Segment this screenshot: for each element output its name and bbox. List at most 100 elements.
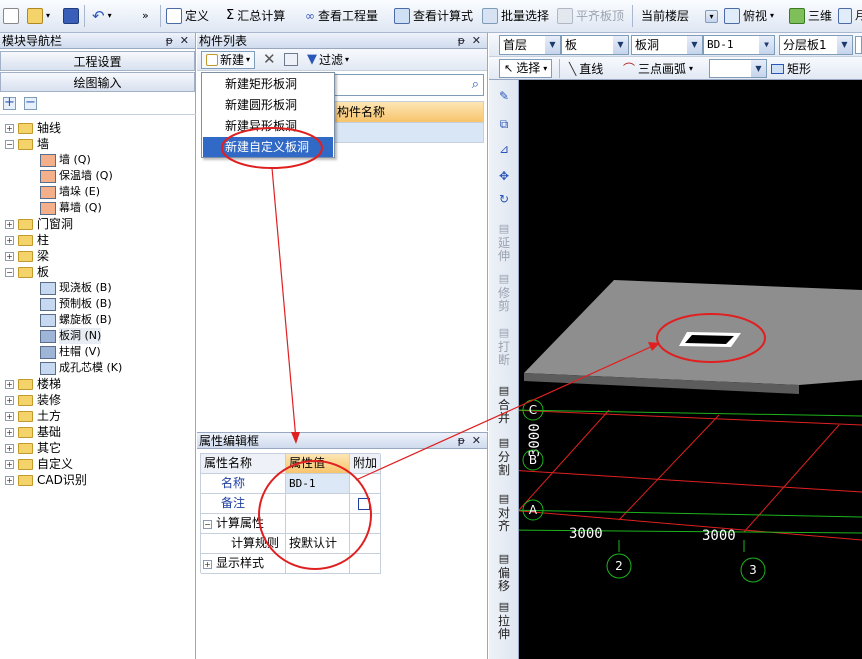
tree-folder[interactable]: + 基础 xyxy=(5,424,61,440)
tree-folder[interactable]: + 柱 xyxy=(5,232,49,248)
rect-tool-button[interactable]: 矩形 xyxy=(771,60,811,77)
new-menu-item[interactable]: 新建圆形板洞 xyxy=(203,95,333,115)
new-menu-item[interactable]: 新建异形板洞 xyxy=(203,116,333,136)
remark-checkbox[interactable] xyxy=(358,498,370,510)
collapse-icon[interactable]: − xyxy=(5,139,14,149)
floor-dropdown-button[interactable]: ▾ xyxy=(705,5,718,27)
copy-tool-icon[interactable]: ⧉ xyxy=(493,118,515,131)
item-select[interactable]: BD-1 ▼ xyxy=(703,35,775,55)
expand-icon[interactable]: + xyxy=(5,475,14,485)
tree-leaf[interactable]: 墙垛 (E) xyxy=(40,184,100,200)
property-value-remark[interactable] xyxy=(286,494,350,514)
tree-leaf[interactable]: 现浇板 (B) xyxy=(40,280,112,296)
expand-icon[interactable]: + xyxy=(5,411,14,421)
drawing-input-button[interactable]: 绘图输入 xyxy=(0,72,195,92)
category-select[interactable]: 板 ▼ xyxy=(561,35,629,55)
split-tool-button[interactable]: ▤ 分割 xyxy=(493,436,515,477)
expand-icon[interactable]: + xyxy=(5,443,14,453)
property-group-display[interactable]: + 显示样式 xyxy=(201,554,286,574)
top-view-button[interactable]: 俯视 ▾ xyxy=(724,5,774,27)
close-icon[interactable]: ✕ xyxy=(472,433,481,449)
tree-leaf[interactable]: 预制板 (B) xyxy=(40,296,112,312)
new-menu-item[interactable]: 新建矩形板洞 xyxy=(203,74,333,94)
expand-icon[interactable]: + xyxy=(5,379,14,389)
close-icon[interactable]: ✕ xyxy=(180,33,189,49)
move-icon[interactable]: ✥ xyxy=(493,170,515,183)
extra-select[interactable] xyxy=(855,36,862,54)
three-d-button[interactable]: 三维 xyxy=(789,5,832,27)
tree-leaf[interactable]: 板洞 (N) xyxy=(40,328,102,344)
element-select[interactable]: 板洞 ▼ xyxy=(631,35,703,55)
pin-icon[interactable]: ᵽ xyxy=(166,33,173,49)
stretch-tool-button[interactable]: ▤ 拉伸 xyxy=(493,600,515,641)
tree-folder[interactable]: − 墙 xyxy=(5,136,49,152)
trim-tool-button[interactable]: ▤ 修剪 xyxy=(493,272,515,313)
pin-icon[interactable]: ᵽ xyxy=(458,433,465,449)
expand-icon[interactable]: + xyxy=(5,395,14,405)
expand-icon[interactable]: + xyxy=(5,427,14,437)
column-header-name[interactable]: 构件名称 xyxy=(333,102,483,122)
expand-icon[interactable]: + xyxy=(5,235,14,245)
tree-folder[interactable]: + 装修 xyxy=(5,392,61,408)
tree-folder[interactable]: + 楼梯 xyxy=(5,376,61,392)
rotate-icon[interactable]: ↻ xyxy=(493,193,515,206)
more-view-button[interactable]: 月 xyxy=(838,5,862,27)
property-value-calc-rule[interactable]: 按默认计 xyxy=(286,534,350,554)
expand-icon[interactable]: + xyxy=(203,560,212,569)
delete-icon[interactable]: ✕ xyxy=(263,50,276,68)
tree-leaf[interactable]: 柱帽 (V) xyxy=(40,344,101,360)
tree-leaf[interactable]: 保温墙 (Q) xyxy=(40,168,113,184)
save-button[interactable] xyxy=(63,5,79,27)
align-tool-button[interactable]: ▤ 对齐 xyxy=(493,492,515,533)
close-icon[interactable]: ✕ xyxy=(472,33,481,49)
open-file-button[interactable]: ▾ xyxy=(27,5,50,27)
project-settings-button[interactable]: 工程设置 xyxy=(0,51,195,71)
break-tool-button[interactable]: ▤ 打断 xyxy=(493,326,515,367)
undo-button[interactable]: ↶ ▾ xyxy=(92,5,112,27)
merge-tool-button[interactable]: ▤ 合并 xyxy=(493,384,515,425)
expand-icon[interactable]: + xyxy=(5,251,14,261)
viewport-canvas[interactable]: 3000 3000 3000 C B A 2 3 xyxy=(519,80,862,659)
arc-tool-button[interactable]: ⌒ 三点画弧 ▾ xyxy=(623,60,693,77)
tree-leaf[interactable]: 墙 (Q) xyxy=(40,152,91,168)
floor-select[interactable]: 首层 ▼ xyxy=(499,35,561,55)
define-button[interactable]: 定义 xyxy=(166,5,209,27)
property-value-name[interactable]: BD-1 xyxy=(286,474,350,494)
pick-icon[interactable]: ✎ xyxy=(493,90,515,103)
extend-tool-button[interactable]: ▤ 延伸 xyxy=(493,222,515,263)
drawing-viewport[interactable]: 3000 3000 3000 C B A 2 3 xyxy=(519,80,862,659)
new-button[interactable]: 新建 ▾ xyxy=(201,51,256,69)
batch-select-button[interactable]: 批量选择 xyxy=(482,5,549,27)
new-menu-item[interactable]: 新建自定义板洞 xyxy=(203,137,333,157)
view-formula-button[interactable]: 查看计算式 xyxy=(394,5,473,27)
tree-folder[interactable]: + 自定义 xyxy=(5,456,73,472)
tree-folder[interactable]: − 板 xyxy=(5,264,49,280)
tree-leaf[interactable]: 幕墙 (Q) xyxy=(40,200,102,216)
line-tool-button[interactable]: ╲ 直线 xyxy=(569,60,603,77)
pin-icon[interactable]: ᵽ xyxy=(458,33,465,49)
tree-folder[interactable]: + 土方 xyxy=(5,408,61,424)
expand-all-icon[interactable]: + xyxy=(3,96,16,110)
tree-folder[interactable]: + 门窗洞 xyxy=(5,216,73,232)
select-tool-button[interactable]: ↖ 选择 ▾ xyxy=(499,59,553,78)
view-quantity-button[interactable]: ∞ 查看工程量 xyxy=(305,5,378,27)
collapse-icon[interactable]: − xyxy=(203,520,212,529)
toolbar-more-button[interactable]: » xyxy=(142,5,149,27)
tree-leaf[interactable]: 成孔芯模 (K) xyxy=(40,360,122,376)
tree-leaf[interactable]: 螺旋板 (B) xyxy=(40,312,112,328)
tree-folder[interactable]: + 梁 xyxy=(5,248,49,264)
layer-select[interactable]: 分层板1 ▼ xyxy=(779,35,853,55)
sum-calc-button[interactable]: Σ 汇总计算 xyxy=(226,5,285,27)
expand-icon[interactable]: + xyxy=(5,219,14,229)
mirror-icon[interactable]: ⊿ xyxy=(493,143,515,156)
filter-button[interactable]: ▼ 过滤 ▾ xyxy=(307,51,349,69)
tree-folder[interactable]: + 轴线 xyxy=(5,120,61,136)
copy-icon[interactable] xyxy=(284,53,298,66)
tree-folder[interactable]: + 其它 xyxy=(5,440,61,456)
collapse-icon[interactable]: − xyxy=(5,267,14,277)
expand-icon[interactable]: + xyxy=(5,459,14,469)
search-icon[interactable]: ⌕ xyxy=(472,77,479,92)
property-group-calc[interactable]: − 计算属性 xyxy=(201,514,286,534)
tree-folder[interactable]: + CAD识别 xyxy=(5,472,87,488)
new-file-button[interactable] xyxy=(3,5,19,27)
